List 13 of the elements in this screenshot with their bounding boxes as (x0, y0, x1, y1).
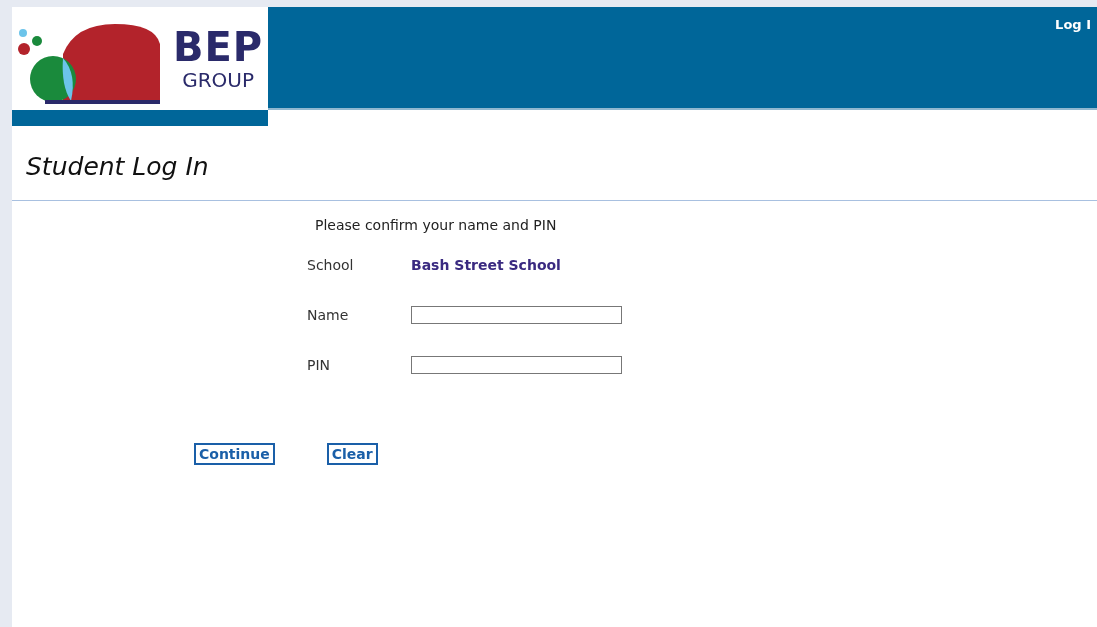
field-value: Bash Street School (411, 257, 561, 273)
field-label: PIN (307, 357, 332, 373)
input-field[interactable] (411, 306, 622, 324)
instruction-text: Please confirm your name and PIN (315, 217, 558, 233)
logo-name: BEP (173, 26, 264, 68)
form-button[interactable]: Continue (194, 443, 275, 465)
logo-subtitle: GROUP (182, 68, 254, 92)
field-label: School (307, 257, 355, 273)
field-label: Name (307, 307, 350, 323)
input-field[interactable] (411, 356, 622, 374)
page-title: Student Log In (12, 127, 1097, 201)
log-in-link[interactable]: Log I (1055, 7, 1091, 32)
form-button[interactable]: Clear (326, 443, 378, 465)
